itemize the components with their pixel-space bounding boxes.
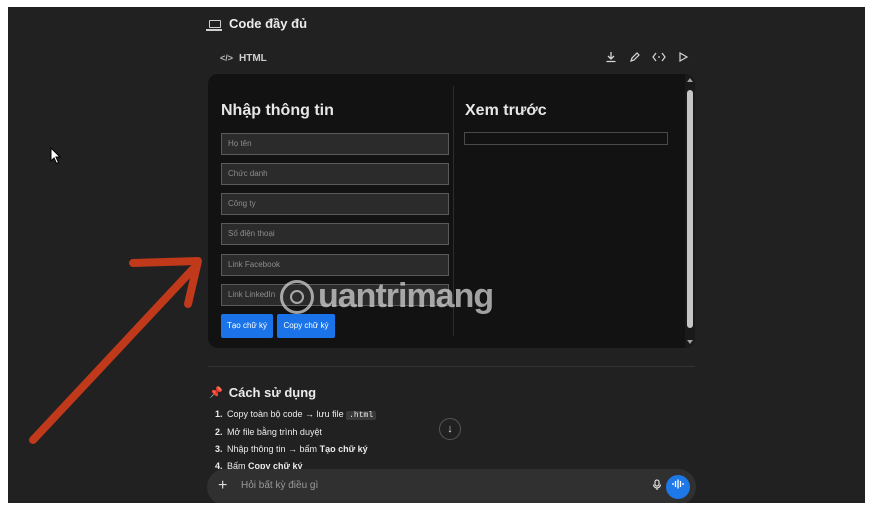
annotation-arrow [29,257,202,444]
facebook-field[interactable]: Link Facebook [221,254,449,276]
voice-mode-button[interactable] [666,475,690,499]
company-field[interactable]: Công ty [221,193,449,215]
section-separator [208,366,695,367]
usage-heading: 📌 Cách sử dụng [209,385,317,400]
scroll-down-icon[interactable] [687,340,693,344]
plus-icon[interactable]: + [218,477,227,495]
download-icon[interactable] [604,51,618,65]
play-icon[interactable] [676,51,690,65]
app-frame: Code đầy đủ </> HTML Nhập thông tin Họ t… [8,7,865,503]
usage-step: Mở file bằng trình duyệt [225,424,376,441]
pushpin-icon: 📌 [209,387,223,399]
usage-section: 📌 Cách sử dụng Copy toàn bộ code → lưu f… [209,385,377,475]
watermark-logo: uantrimang [280,277,494,316]
copy-signature-button[interactable]: Copy chữ ký [277,314,335,338]
composer-placeholder[interactable]: Hỏi bất kỳ điều gì [241,480,318,491]
watermark-text: uantrimang [318,277,494,315]
code-icon[interactable] [652,51,666,65]
code-section-title: Code đầy đủ [206,16,307,31]
code-toolbar: </> HTML [208,47,696,69]
signature-preview-box [464,132,668,145]
scroll-to-bottom-button[interactable]: ↓ [439,418,461,440]
chat-composer[interactable]: + Hỏi bất kỳ điều gì [207,469,696,503]
mouse-cursor-icon [50,147,62,165]
preview-heading: Xem trước [465,102,547,119]
edit-icon[interactable] [628,51,642,65]
panel-scrollbar[interactable] [685,74,695,348]
usage-step: Copy toàn bộ code → lưu file .html [225,406,377,424]
form-heading: Nhập thông tin [221,102,334,119]
microphone-icon[interactable] [652,479,662,494]
job-title-field[interactable]: Chức danh [221,163,449,185]
code-brackets-icon: </> [220,53,234,63]
watermark-q-icon [280,279,314,314]
code-language-tag: </> HTML [220,52,267,64]
phone-field[interactable]: Số điện thoại [221,223,449,245]
laptop-icon [206,19,222,31]
arrow-down-icon: ↓ [447,423,453,435]
usage-step: Nhập thông tin → bấm Tạo chữ ký [225,441,376,458]
inline-code: .html [346,411,377,420]
create-signature-button[interactable]: Tạo chữ ký [221,314,273,338]
waveform-icon [672,479,684,489]
name-field[interactable]: Họ tên [221,133,449,155]
scrollbar-thumb[interactable] [687,90,693,328]
scroll-up-icon[interactable] [687,78,693,82]
usage-steps: Copy toàn bộ code → lưu file .html Mở fi… [209,406,377,475]
